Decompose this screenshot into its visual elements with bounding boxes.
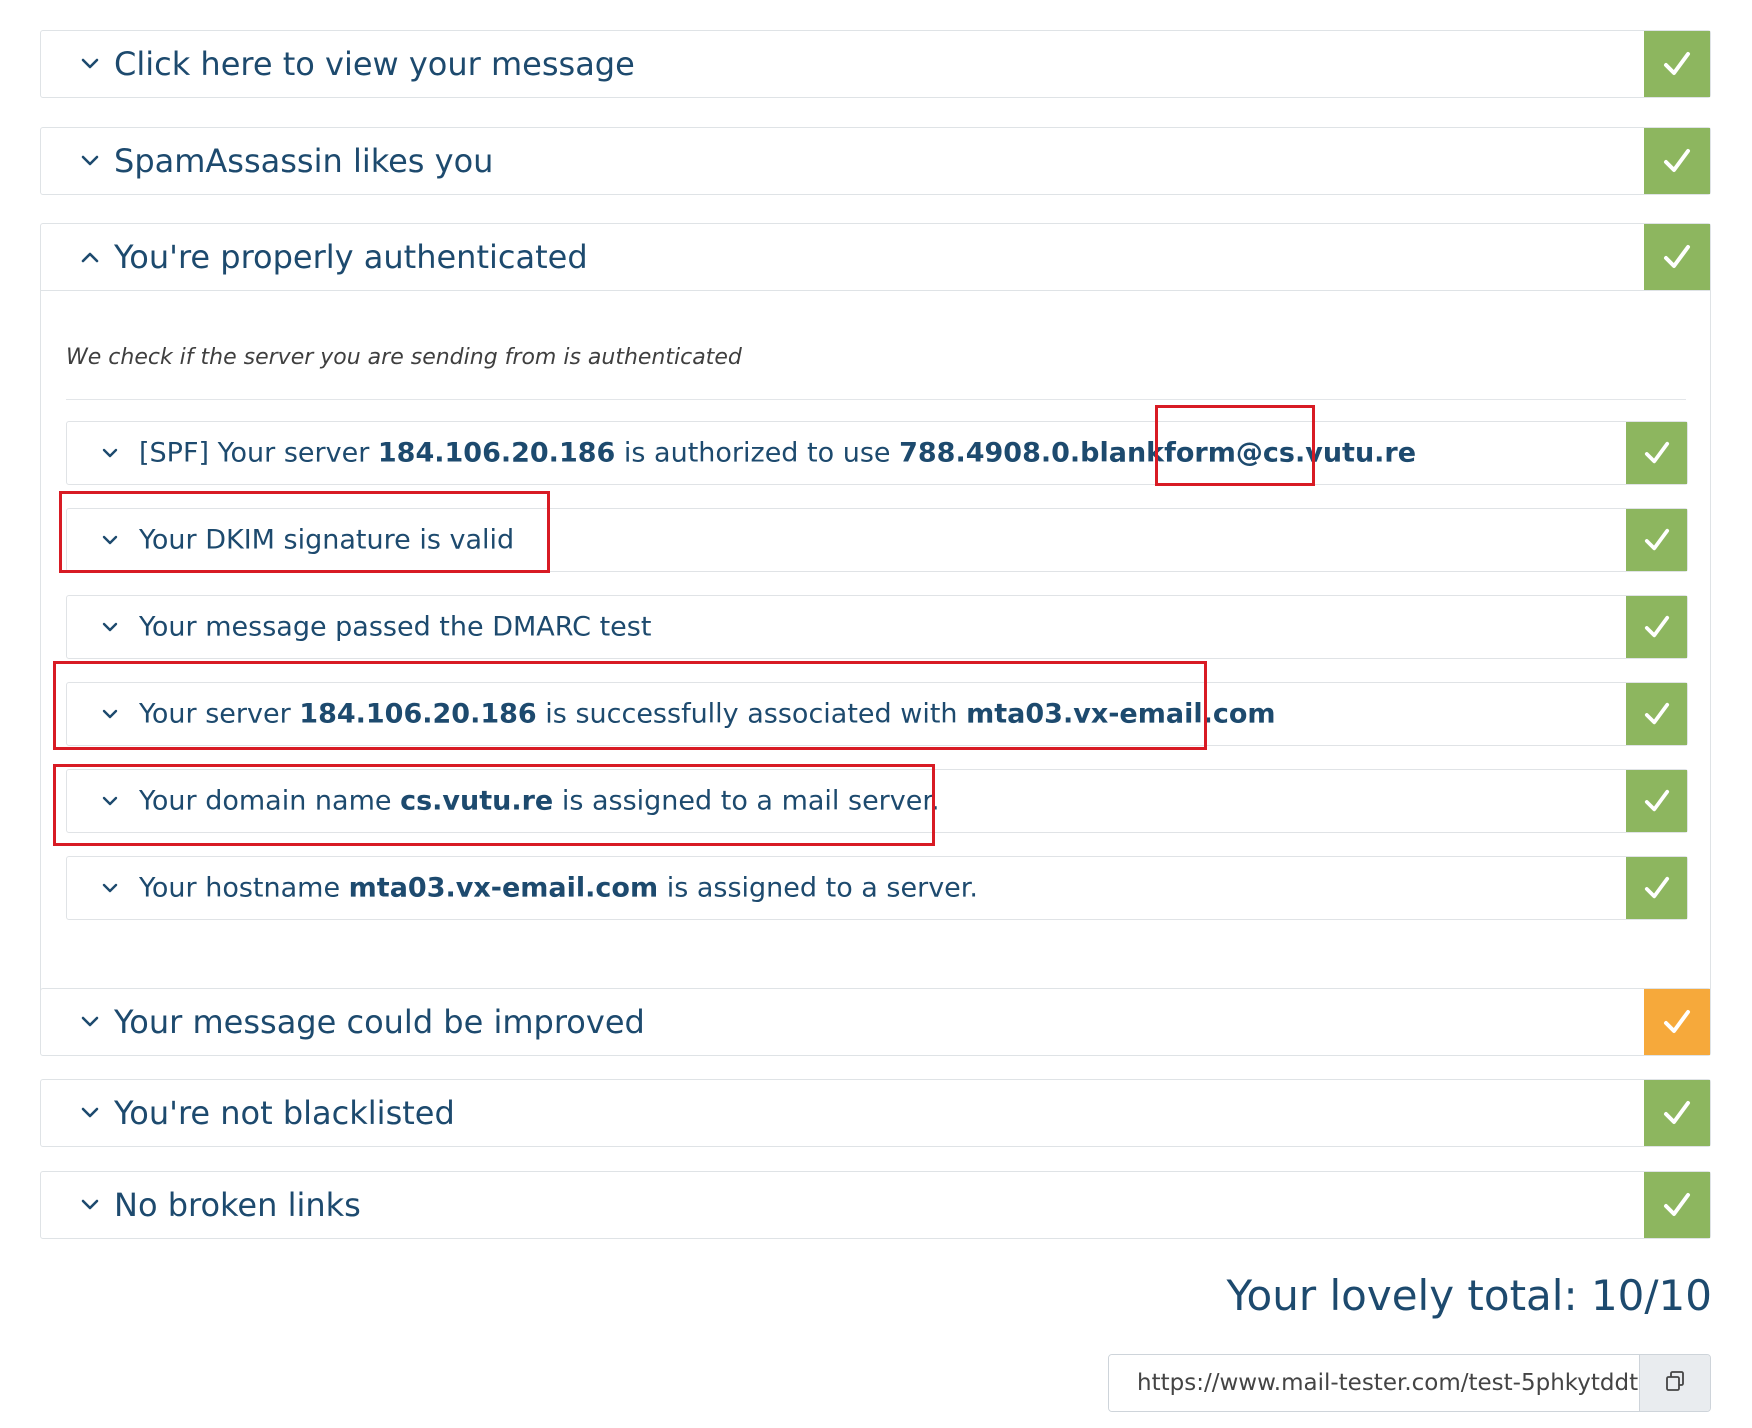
copy-icon — [1663, 1369, 1687, 1397]
panel-header-links[interactable]: No broken links — [41, 1172, 1710, 1238]
rdns-middle: is successfully associated with — [536, 698, 967, 730]
chevron-down-icon — [101, 444, 119, 462]
check-reverse-dns[interactable]: Your server 184.106.20.186 is successful… — [66, 682, 1688, 746]
check-icon — [1626, 857, 1687, 919]
chevron-down-icon — [101, 705, 119, 723]
check-dkim-text: Your DKIM signature is valid — [139, 524, 515, 556]
panel-header-improvement[interactable]: Your message could be improved — [41, 989, 1710, 1055]
a-prefix: Your hostname — [139, 872, 349, 904]
check-reverse-dns-text: Your server 184.106.20.186 is successful… — [139, 699, 1276, 730]
panel-title: SpamAssassin likes you — [114, 142, 494, 180]
chevron-down-icon — [79, 1194, 101, 1216]
rdns-prefix: Your server — [139, 698, 300, 730]
mx-suffix: is assigned to a mail server. — [553, 785, 940, 817]
chevron-down-icon — [101, 792, 119, 810]
panel-spamassassin: SpamAssassin likes you — [40, 127, 1711, 195]
check-a-record-text: Your hostname mta03.vx-email.com is assi… — [139, 873, 978, 904]
chevron-down-icon — [101, 618, 119, 636]
chevron-up-icon — [79, 246, 101, 268]
panel-header-blacklist[interactable]: You're not blacklisted — [41, 1080, 1710, 1146]
check-icon — [1644, 1080, 1710, 1146]
rdns-ip: 184.106.20.186 — [299, 698, 537, 730]
check-dkim[interactable]: Your DKIM signature is valid — [66, 508, 1688, 572]
share-url-input[interactable] — [1109, 1355, 1639, 1411]
divider — [66, 399, 1686, 400]
chevron-down-icon — [101, 879, 119, 897]
panel-header-spamassassin[interactable]: SpamAssassin likes you — [41, 128, 1710, 194]
spf-ip: 184.106.20.186 — [377, 437, 616, 469]
check-mx[interactable]: Your domain name cs.vutu.re is assigned … — [66, 769, 1688, 833]
chevron-down-icon — [101, 531, 119, 549]
check-icon — [1626, 596, 1687, 658]
copy-button[interactable] — [1639, 1355, 1710, 1411]
chevron-down-icon — [79, 53, 101, 75]
panel-links: No broken links — [40, 1171, 1711, 1239]
a-host: mta03.vx-email.com — [348, 872, 659, 904]
check-icon — [1644, 224, 1710, 290]
panel-title: You're properly authenticated — [114, 238, 588, 276]
panel-title: Click here to view your message — [114, 45, 635, 83]
rdns-host: mta03.vx-email.com — [966, 698, 1276, 730]
panel-view-message: Click here to view your message — [40, 30, 1711, 98]
check-dmarc-text: Your message passed the DMARC test — [139, 611, 652, 643]
check-icon — [1626, 422, 1687, 484]
authentication-body: We check if the server you are sending f… — [41, 290, 1710, 1011]
chevron-down-icon — [79, 1102, 101, 1124]
share-url-group — [1108, 1354, 1711, 1412]
mx-domain: cs.vutu.re — [400, 785, 554, 817]
panel-blacklist: You're not blacklisted — [40, 1079, 1711, 1147]
a-suffix: is assigned to a server. — [658, 872, 978, 904]
check-icon — [1626, 770, 1687, 832]
chevron-down-icon — [79, 150, 101, 172]
check-spf[interactable]: [SPF] Your server 184.106.20.186 is auth… — [66, 421, 1688, 485]
check-a-record[interactable]: Your hostname mta03.vx-email.com is assi… — [66, 856, 1688, 920]
check-icon — [1644, 128, 1710, 194]
spf-prefix: [SPF] Your server — [139, 437, 378, 469]
total-score: Your lovely total: 10/10 — [1226, 1271, 1712, 1320]
check-dmarc[interactable]: Your message passed the DMARC test — [66, 595, 1688, 659]
panel-header-authentication[interactable]: You're properly authenticated — [41, 224, 1710, 290]
check-icon — [1644, 989, 1710, 1055]
check-icon — [1626, 509, 1687, 571]
spf-address: 788.4908.0.blankform@cs.vutu.re — [899, 437, 1417, 469]
check-mx-text: Your domain name cs.vutu.re is assigned … — [139, 786, 940, 817]
panel-title: No broken links — [114, 1186, 361, 1224]
panel-authentication: You're properly authenticated We check i… — [40, 223, 1711, 1011]
chevron-down-icon — [79, 1011, 101, 1033]
spf-middle: is authorized to use — [615, 437, 900, 469]
panel-improvement: Your message could be improved — [40, 988, 1711, 1056]
check-icon — [1626, 683, 1687, 745]
panel-title: You're not blacklisted — [114, 1094, 455, 1132]
check-icon — [1644, 1172, 1710, 1238]
check-spf-text: [SPF] Your server 184.106.20.186 is auth… — [139, 438, 1416, 469]
panel-title: Your message could be improved — [114, 1003, 645, 1041]
check-icon — [1644, 31, 1710, 97]
mx-prefix: Your domain name — [139, 785, 401, 817]
authentication-intro: We check if the server you are sending f… — [66, 345, 742, 370]
panel-header-view-message[interactable]: Click here to view your message — [41, 31, 1710, 97]
